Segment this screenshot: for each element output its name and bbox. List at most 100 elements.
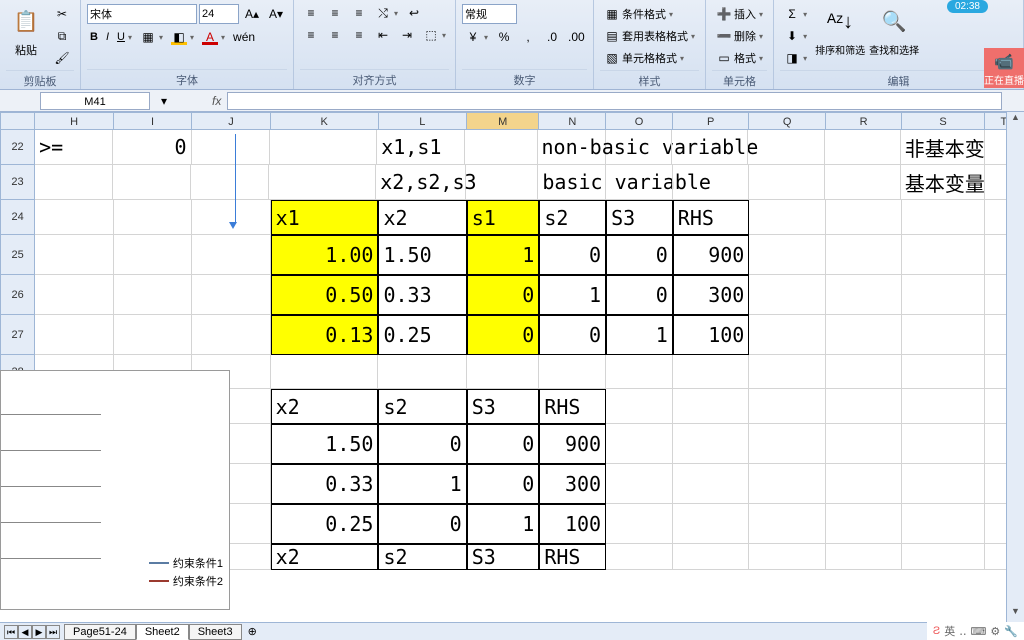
sheet-tab-2[interactable]: Sheet2 (136, 624, 189, 640)
cell-S24[interactable] (902, 200, 984, 235)
cell-L28[interactable] (378, 355, 466, 389)
cell-P30[interactable] (673, 424, 750, 464)
cell-N33[interactable]: RHS (539, 544, 606, 570)
cell-H23[interactable] (35, 165, 113, 200)
row-header-27[interactable]: 27 (0, 315, 35, 355)
table-format-button[interactable]: ▤套用表格格式 (600, 26, 699, 46)
cell-M25[interactable]: 1 (467, 235, 540, 275)
cell-H26[interactable] (35, 275, 113, 315)
copy-button[interactable]: ⧉ (50, 26, 74, 46)
cell-K23[interactable] (269, 165, 376, 200)
cell-Q28[interactable] (749, 355, 826, 389)
cell-S32[interactable] (902, 504, 984, 544)
ime-lang[interactable]: 英 (944, 623, 955, 639)
cell-Q32[interactable] (749, 504, 826, 544)
cell-O24[interactable]: S3 (606, 200, 673, 235)
cell-L26[interactable]: 0.33 (378, 275, 466, 315)
cell-I24[interactable] (114, 200, 192, 235)
cell-P25[interactable]: 900 (673, 235, 750, 275)
cell-R24[interactable] (826, 200, 903, 235)
cell-K25[interactable]: 1.00 (271, 235, 379, 275)
orientation-button[interactable]: ⤭ (372, 4, 401, 22)
row-header-26[interactable]: 26 (0, 275, 35, 315)
cell-K33[interactable]: x2 (271, 544, 379, 570)
cell-style-button[interactable]: ▧单元格格式 (600, 48, 688, 68)
sheet-tab-1[interactable]: Page51-24 (64, 624, 136, 640)
col-header-P[interactable]: P (673, 112, 750, 130)
align-mid-button[interactable]: ≡ (324, 4, 346, 22)
align-top-button[interactable]: ≡ (300, 4, 322, 22)
ime-kb-icon[interactable]: ⌨ (971, 625, 987, 638)
cell-R31[interactable] (826, 464, 903, 504)
ime-punct-icon[interactable]: ‥ (959, 625, 966, 638)
cell-Q27[interactable] (749, 315, 826, 355)
name-dropdown-button[interactable]: ▾ (152, 91, 176, 111)
cell-K26[interactable]: 0.50 (271, 275, 379, 315)
fill-color-button[interactable]: ◧ (168, 28, 197, 46)
cell-H27[interactable] (35, 315, 113, 355)
cell-P31[interactable] (673, 464, 750, 504)
tab-next-button[interactable]: ▶ (32, 625, 46, 639)
insert-button[interactable]: ➕插入 (712, 4, 767, 24)
cell-P33[interactable] (673, 544, 750, 570)
format-painter-button[interactable]: 🖌 (50, 48, 74, 68)
cell-S22[interactable]: 非基本变 (901, 130, 985, 165)
cell-N27[interactable]: 0 (539, 315, 606, 355)
formula-input[interactable] (227, 92, 1002, 110)
cell-P28[interactable] (673, 355, 750, 389)
shrink-font-button[interactable]: A▾ (265, 5, 287, 23)
cell-K24[interactable]: x1 (271, 200, 379, 235)
cell-S31[interactable] (902, 464, 984, 504)
new-sheet-button[interactable]: ⊕ (242, 625, 263, 638)
cell-I22[interactable]: 0 (113, 130, 191, 165)
cell-O25[interactable]: 0 (606, 235, 673, 275)
cell-L23[interactable]: x2,s2,s3 (376, 165, 466, 200)
select-all-corner[interactable] (0, 112, 35, 130)
cell-O33[interactable] (606, 544, 673, 570)
cell-I27[interactable] (114, 315, 192, 355)
cell-K30[interactable]: 1.50 (271, 424, 379, 464)
cell-I26[interactable] (114, 275, 192, 315)
comma-button[interactable]: , (517, 28, 539, 46)
cell-J27[interactable] (192, 315, 270, 355)
row-header-22[interactable]: 22 (0, 130, 35, 165)
col-header-S[interactable]: S (902, 112, 984, 130)
cell-M31[interactable]: 0 (467, 464, 540, 504)
cell-M32[interactable]: 1 (467, 504, 540, 544)
row-header-25[interactable]: 25 (0, 235, 35, 275)
number-format-combo[interactable] (462, 4, 517, 24)
cell-N31[interactable]: 300 (539, 464, 606, 504)
cell-N26[interactable]: 1 (539, 275, 606, 315)
cell-I23[interactable] (113, 165, 191, 200)
cell-Q25[interactable] (749, 235, 826, 275)
currency-button[interactable]: ¥ (462, 28, 491, 46)
underline-button[interactable]: U (114, 30, 135, 44)
cell-P23[interactable] (673, 165, 749, 200)
align-bot-button[interactable]: ≡ (348, 4, 370, 22)
cut-button[interactable]: ✂ (50, 4, 74, 24)
cell-Q22[interactable] (748, 130, 824, 165)
cell-K29[interactable]: x2 (271, 389, 379, 424)
indent-inc-button[interactable]: ⇥ (396, 26, 418, 44)
cell-R27[interactable] (826, 315, 903, 355)
cell-Q24[interactable] (749, 200, 826, 235)
cell-L22[interactable]: x1,s1 (377, 130, 465, 165)
ime-tool-icon[interactable]: 🔧 (1004, 625, 1018, 638)
cell-R26[interactable] (826, 275, 903, 315)
cond-format-button[interactable]: ▦条件格式 (600, 4, 677, 24)
row-header-24[interactable]: 24 (0, 200, 35, 235)
cell-N29[interactable]: RHS (539, 389, 606, 424)
bold-button[interactable]: B (87, 30, 101, 44)
cell-J25[interactable] (192, 235, 270, 275)
dec-dec-button[interactable]: .00 (565, 28, 587, 46)
chart-fragment[interactable]: 约束条件1 约束条件2 (0, 370, 230, 610)
clear-button[interactable]: ◨ (780, 48, 811, 68)
col-header-I[interactable]: I (114, 112, 192, 130)
cell-J26[interactable] (192, 275, 270, 315)
cell-H25[interactable] (35, 235, 113, 275)
name-box[interactable]: M41 (40, 92, 150, 110)
cell-Q31[interactable] (749, 464, 826, 504)
cell-N23[interactable]: basic variable (538, 165, 606, 200)
italic-button[interactable]: I (103, 30, 112, 44)
fx-label[interactable]: fx (206, 94, 227, 108)
